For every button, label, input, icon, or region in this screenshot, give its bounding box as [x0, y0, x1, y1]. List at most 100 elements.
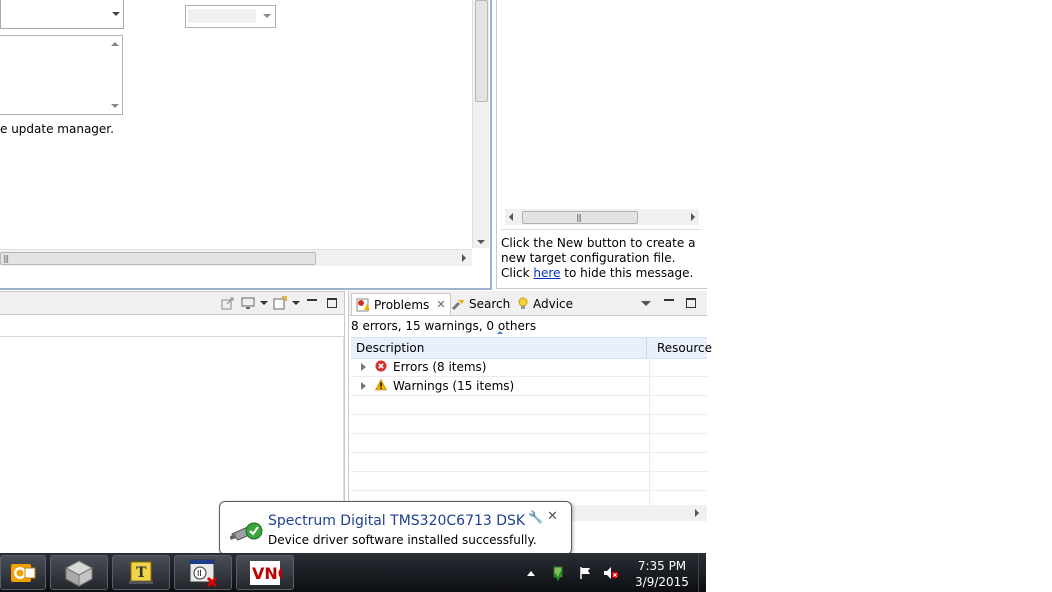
usb-device-tray-icon[interactable] — [551, 566, 565, 582]
close-icon[interactable]: ✕ — [547, 509, 558, 524]
minimize-icon[interactable] — [661, 295, 677, 311]
problems-tabbar: Problems ✕ Search Advice — [349, 291, 707, 316]
table-row — [351, 453, 707, 472]
table-row — [351, 472, 707, 491]
cube-app-icon — [64, 559, 94, 587]
maximize-icon[interactable] — [324, 295, 340, 311]
ti-tool-icon: T — [129, 561, 153, 584]
system-clock[interactable]: 7:35 PM 3/9/2015 — [622, 558, 702, 590]
problems-table-header: Description Resource — [351, 337, 712, 359]
chevron-down-icon[interactable] — [112, 12, 120, 16]
grip-icon: ||| — [3, 254, 9, 263]
scroll-up-icon[interactable] — [111, 42, 119, 46]
table-row-warnings[interactable]: Warnings (15 items) — [351, 377, 707, 396]
tab-advice[interactable]: Advice — [513, 293, 577, 314]
action-center-flag-icon[interactable] — [579, 566, 593, 580]
svg-text:II: II — [197, 569, 202, 578]
wrench-icon[interactable]: 🔧 — [528, 510, 543, 524]
scroll-down-icon[interactable] — [477, 240, 485, 244]
view-toolbar — [0, 292, 344, 315]
search-flashlight-icon — [451, 299, 464, 310]
combo-box[interactable] — [185, 5, 276, 28]
scroll-down-icon[interactable] — [111, 104, 119, 108]
scroll-thumb[interactable] — [475, 0, 488, 102]
view-menu-icon[interactable] — [641, 300, 651, 306]
update-manager-message: e update manager. — [0, 122, 114, 136]
sort-indicator-icon — [497, 331, 503, 334]
problems-view-controls — [641, 295, 699, 311]
taskbar-app-outlook[interactable] — [0, 555, 46, 590]
view-toolbar-icons — [220, 295, 340, 311]
warning-icon — [375, 379, 387, 391]
row-label: Errors (8 items) — [393, 360, 487, 374]
grip-icon: ||| — [576, 213, 582, 222]
minimize-icon[interactable] — [304, 295, 320, 311]
chevron-down-icon[interactable] — [260, 301, 268, 305]
table-row — [351, 396, 707, 415]
scroll-left-icon[interactable] — [509, 213, 513, 221]
error-icon — [375, 360, 387, 372]
scroll-thumb[interactable]: ||| — [0, 252, 316, 265]
problems-table-body: Errors (8 items) Warnings (15 items) — [351, 358, 707, 510]
vnc-label: VNC — [252, 564, 282, 583]
vnc-icon: VNC — [250, 560, 282, 585]
outlook-icon — [11, 563, 36, 582]
view-header-row — [0, 316, 344, 337]
tab-label: Advice — [533, 296, 574, 311]
expand-icon[interactable] — [361, 382, 366, 390]
row-label: Warnings (15 items) — [393, 379, 515, 393]
problems-summary: 8 errors, 15 warnings, 0 others — [351, 319, 537, 333]
maximize-icon[interactable] — [683, 295, 699, 311]
clock-time: 7:35 PM — [637, 559, 687, 573]
taskbar-app-vnc[interactable]: VNC — [236, 555, 294, 590]
chevron-down-icon[interactable] — [263, 14, 271, 18]
table-row — [351, 415, 707, 434]
scroll-right-icon[interactable] — [691, 213, 695, 221]
tab-search[interactable]: Search — [447, 293, 514, 314]
clock-date: 3/9/2015 — [635, 575, 689, 589]
target-help-message: Click the New button to create a new tar… — [501, 229, 701, 281]
balloon-title: Spectrum Digital TMS320C6713 DSK — [268, 513, 526, 529]
text-area[interactable] — [0, 35, 123, 115]
table-row — [351, 434, 707, 453]
target-configurations-panel: ||| Click the New button to create a new… — [496, 0, 707, 289]
new-connection-icon[interactable] — [272, 295, 288, 311]
combo-value — [188, 9, 256, 23]
problems-view: Problems ✕ Search Advice 8 errors, 15 wa… — [348, 291, 712, 521]
target-horizontal-scrollbar[interactable]: ||| — [505, 209, 699, 225]
scroll-thumb[interactable]: ||| — [522, 211, 638, 224]
chevron-down-icon[interactable] — [292, 301, 300, 305]
taskbar-app-dsk[interactable]: II — [174, 555, 232, 590]
show-hidden-icons-icon[interactable] — [527, 571, 535, 576]
svg-text:T: T — [136, 565, 147, 581]
dropdown-field[interactable] — [0, 0, 124, 29]
taskbar-app-cube[interactable] — [50, 555, 108, 590]
taskbar-app-ti[interactable]: T — [112, 555, 170, 590]
taskbar: T II VNC 7:35 PM 3/9/2015 — [0, 553, 706, 592]
link-editor-icon[interactable] — [220, 295, 236, 311]
tab-label: Problems — [374, 297, 430, 312]
help-text-suffix: to hide this message. — [560, 266, 694, 280]
problems-icon — [356, 298, 370, 311]
notification-balloon[interactable]: Spectrum Digital TMS320C6713 DSK Device … — [219, 501, 572, 569]
close-icon[interactable]: ✕ — [436, 298, 445, 311]
display-icon[interactable] — [240, 295, 256, 311]
lightbulb-icon — [518, 297, 528, 309]
column-header-description[interactable]: Description — [351, 338, 647, 358]
editor-area: e update manager. ||| — [0, 0, 492, 290]
volume-muted-icon[interactable] — [603, 566, 619, 580]
editor-vertical-scrollbar[interactable] — [472, 0, 489, 248]
show-desktop-button[interactable] — [698, 553, 707, 592]
expand-icon[interactable] — [361, 363, 366, 371]
table-row-errors[interactable]: Errors (8 items) — [351, 358, 707, 377]
editor-horizontal-scrollbar[interactable]: ||| — [0, 249, 472, 266]
column-header-resource[interactable]: Resource — [649, 338, 712, 358]
tab-problems[interactable]: Problems ✕ — [351, 293, 451, 315]
balloon-body: Device driver software installed success… — [268, 533, 537, 547]
dsk-app-icon: II — [189, 559, 218, 587]
scroll-right-icon[interactable] — [462, 254, 466, 262]
scroll-right-icon[interactable] — [695, 509, 699, 517]
usb-device-icon — [230, 522, 263, 541]
hide-message-link[interactable]: here — [533, 266, 560, 280]
tab-label: Search — [469, 296, 511, 311]
